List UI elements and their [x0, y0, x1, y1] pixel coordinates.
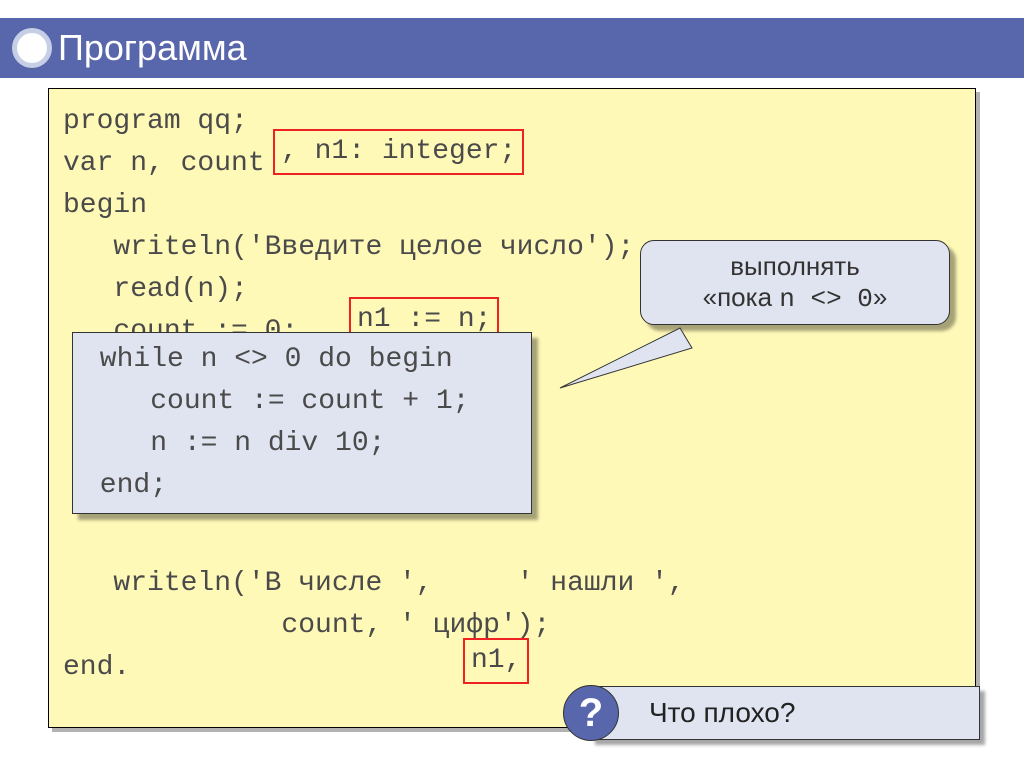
while-block: while n <> 0 do begin count := count + 1… — [72, 332, 532, 514]
slide-title: Программа — [58, 27, 247, 69]
highlight-box: , n1: integer; — [273, 129, 524, 175]
callout-text: » — [873, 282, 887, 312]
callout-text: «пока — [703, 282, 780, 312]
question-box: ? Что плохо? — [590, 686, 980, 740]
code-text: ' нашли ', — [500, 568, 685, 599]
code-line: writeln('В числе ', n1, ' нашли ', — [63, 563, 961, 605]
callout-code: n <> 0 — [779, 284, 873, 314]
question-mark-icon: ? — [563, 685, 619, 741]
question-text: Что плохо? — [649, 697, 795, 729]
code-line: n := n div 10; — [83, 423, 521, 465]
highlight-box: n1, — [463, 638, 529, 684]
callout-bubble: выполнять «пока n <> 0» — [640, 240, 950, 325]
slide: Программа program qq; var n, count begin… — [0, 0, 1024, 768]
callout-text: выполнять — [653, 251, 937, 282]
callout-text: «пока n <> 0» — [653, 282, 937, 314]
code-text: writeln('В числе ', — [63, 568, 449, 599]
code-line: while n <> 0 do begin — [83, 339, 521, 381]
code-line: count := count + 1; — [83, 381, 521, 423]
header-bar: Программа — [0, 18, 1024, 78]
code-line: end; — [83, 465, 521, 507]
code-line: begin — [63, 185, 961, 227]
code-line — [63, 521, 961, 563]
